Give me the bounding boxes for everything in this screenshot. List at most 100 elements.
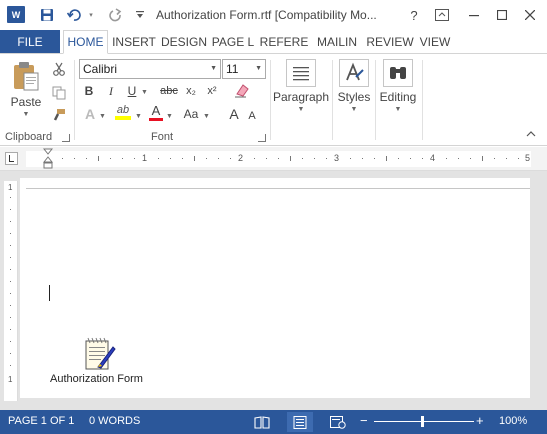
paragraph-button[interactable]: Paragraph ▼ [273,59,329,113]
italic-button[interactable]: I [104,82,118,100]
tab-view[interactable]: VIEW [417,30,453,54]
read-mode-icon[interactable] [249,412,275,432]
grow-font-button[interactable]: A [227,105,241,123]
zoom-slider-track[interactable] [374,421,474,422]
editing-label: Editing [379,90,417,104]
text-effects-button[interactable]: A [82,105,98,123]
highlight-dropdown-icon[interactable]: ▼ [135,113,142,120]
ruler-mark [74,158,75,159]
font-launcher-icon[interactable] [258,134,266,142]
font-color-dropdown-icon[interactable]: ▼ [166,113,173,120]
maximize-icon[interactable] [490,5,514,25]
ruler-mark [386,156,387,161]
tab-page-layout[interactable]: PAGE L [210,30,256,54]
zoom-out-button[interactable]: − [360,413,368,428]
ruler-mark [398,158,399,159]
ribbon-display-options-icon[interactable] [430,5,454,25]
editing-dropdown-icon[interactable]: ▼ [395,106,402,113]
word-logo-icon[interactable]: W [7,6,25,23]
font-size-dropdown-icon[interactable]: ▼ [255,65,262,72]
underline-button[interactable]: U [125,82,139,100]
horizontal-ruler[interactable]: 1 2 3 4 5 [26,151,531,167]
zoom-slider-thumb[interactable] [421,416,424,427]
cut-icon[interactable] [49,60,69,78]
zoom-level[interactable]: 100% [499,415,527,427]
paste-button[interactable]: Paste ▼ [6,60,46,118]
underline-dropdown-icon[interactable]: ▼ [141,89,148,96]
font-size-combo[interactable]: 11 ▼ [222,59,266,79]
format-painter-icon[interactable] [49,106,69,124]
vertical-ruler-number: 1 [8,183,13,192]
change-case-button[interactable]: Aa [181,105,201,123]
tab-design[interactable]: DESIGN [160,30,208,54]
font-group-label: Font [151,131,174,143]
customize-qat-icon[interactable] [134,4,146,26]
tab-references[interactable]: REFERE [258,30,310,54]
ruler-mark [10,269,11,270]
indent-marker-icon[interactable] [43,148,53,170]
ruler-mark [422,158,423,159]
tab-insert[interactable]: INSERT [110,30,158,54]
zoom-in-button[interactable]: + [476,413,484,428]
undo-icon[interactable] [64,4,84,26]
group-divider [332,60,333,140]
print-layout-icon[interactable] [287,412,313,432]
tab-mailings[interactable]: MAILIN [312,30,362,54]
bold-button[interactable]: B [81,82,97,100]
copy-icon[interactable] [49,84,69,102]
ruler-mark [518,158,519,159]
highlight-button[interactable]: ab [114,101,132,123]
subscript-button[interactable]: x₂ [183,82,199,100]
styles-dropdown-icon[interactable]: ▼ [351,106,358,113]
group-divider [270,60,271,140]
text-effects-dropdown-icon[interactable]: ▼ [99,113,106,120]
minimize-icon[interactable] [462,5,486,25]
font-color-bar [149,118,163,121]
ruler-mark [470,158,471,159]
ruler-mark [158,158,159,159]
redo-icon[interactable] [106,4,126,26]
ruler-mark [218,158,219,159]
help-button[interactable]: ? [402,5,426,25]
font-name-combo[interactable]: Calibri ▼ [79,59,221,79]
page-count-status[interactable]: PAGE 1 OF 1 [8,415,74,427]
tab-home[interactable]: HOME [63,30,108,54]
collapse-ribbon-icon[interactable] [524,128,538,140]
paragraph-label: Paragraph [272,90,330,104]
save-icon[interactable] [37,4,57,26]
tab-file[interactable]: FILE [0,30,60,54]
tab-review[interactable]: REVIEW [364,30,416,54]
font-color-button[interactable]: A [148,101,164,123]
font-name-dropdown-icon[interactable]: ▼ [210,65,217,72]
embedded-document-icon[interactable] [84,337,116,373]
ruler-mark [266,158,267,159]
paragraph-dropdown-icon[interactable]: ▼ [298,106,305,113]
vertical-ruler[interactable]: 1 1 [4,181,18,401]
title-bar: W ▾ Authorization Form.rtf [Compatibilit… [0,0,547,30]
ruler-mark [374,158,375,159]
change-case-dropdown-icon[interactable]: ▼ [203,113,210,120]
ruler-mark [314,158,315,159]
clipboard-launcher-icon[interactable] [62,134,70,142]
word-count-status[interactable]: 0 WORDS [89,415,140,427]
web-layout-icon[interactable] [325,412,351,432]
ruler-mark [10,365,11,366]
styles-button[interactable]: Styles ▼ [336,59,372,113]
close-icon[interactable] [518,5,542,25]
clear-formatting-icon[interactable] [233,81,251,99]
superscript-button[interactable]: x² [204,82,220,100]
editing-button[interactable]: Editing ▼ [377,59,419,113]
page-boundary-line [26,188,530,189]
shrink-font-button[interactable]: A [246,107,258,125]
strikethrough-button[interactable]: abc [157,82,181,100]
group-divider [422,60,423,140]
find-binoculars-icon [383,59,413,87]
ruler-mark [194,156,195,161]
ruler-mark [362,158,363,159]
status-bar: PAGE 1 OF 1 0 WORDS − + 100% [0,410,547,434]
undo-dropdown-icon[interactable]: ▾ [86,4,96,26]
ruler-mark [98,156,99,161]
paste-dropdown-icon[interactable]: ▼ [23,111,30,118]
tab-stop-selector-icon[interactable] [5,152,18,165]
ruler-area: 1 2 3 4 5 [0,147,547,171]
